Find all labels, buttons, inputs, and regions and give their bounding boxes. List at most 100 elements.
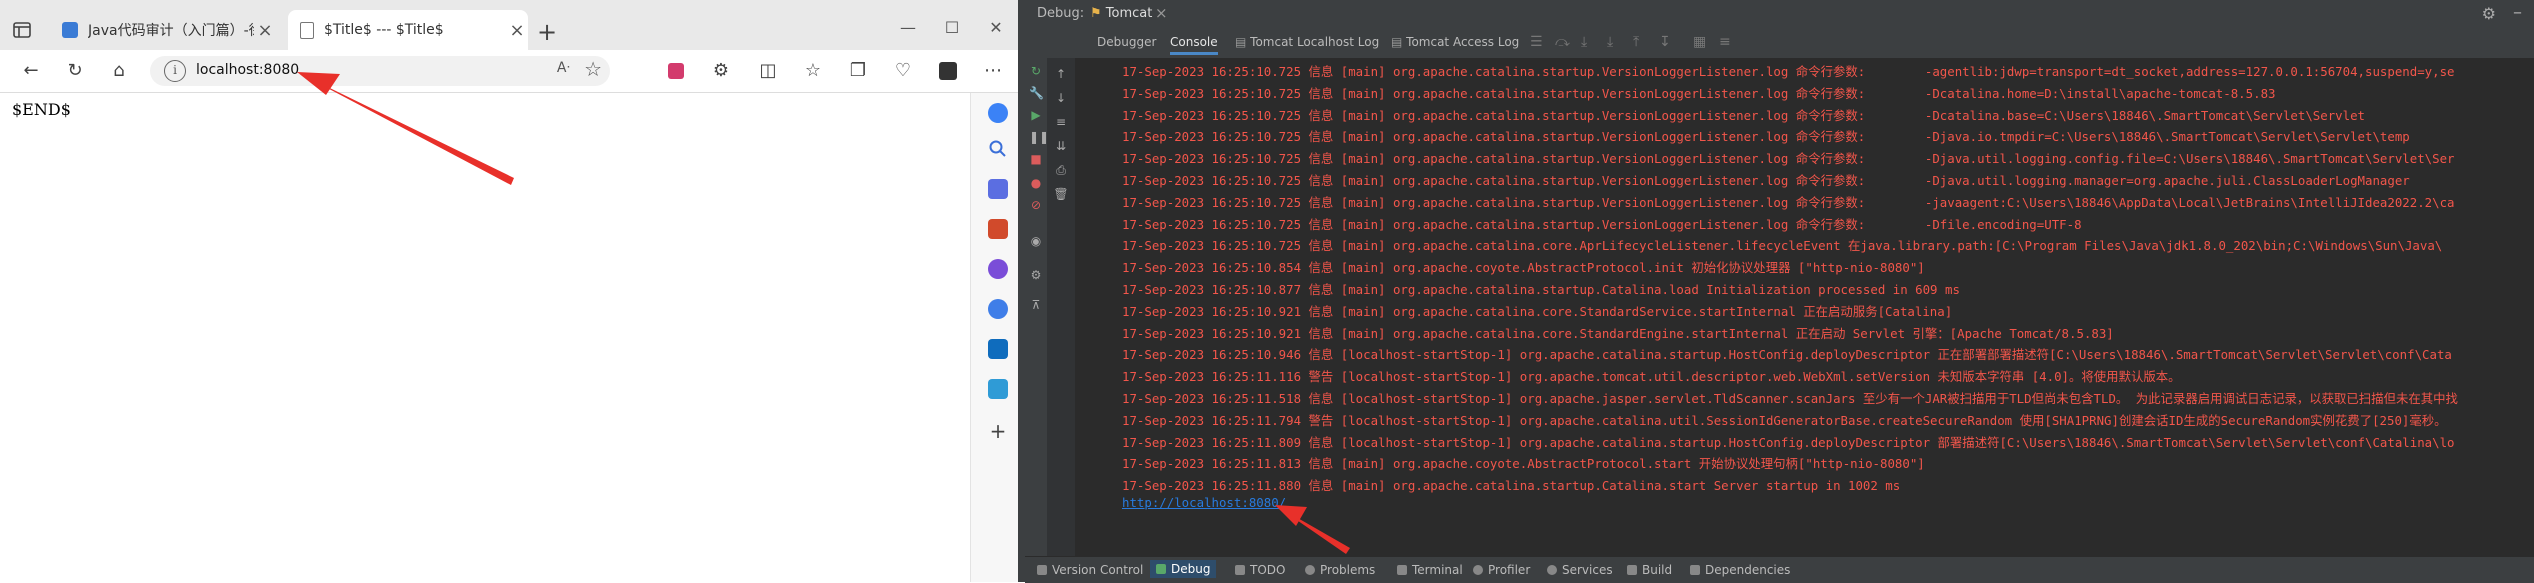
notifications-icon[interactable] xyxy=(988,103,1008,123)
camera-icon[interactable]: ◉ xyxy=(1029,234,1043,248)
mute-breakpoints-icon[interactable]: ⊘ xyxy=(1029,198,1043,212)
evaluate-icon[interactable]: ▦ xyxy=(1693,34,1706,50)
debug-action-toolbar: ↻ 🔧 ▶ ❚❚ ■ ● ⊘ ◉ ⚙ ⊼ xyxy=(1025,58,1049,556)
read-aloud-icon[interactable]: Aᐧ xyxy=(557,60,570,76)
debug-subtabs: Debugger Console ▤ Tomcat Localhost Log … xyxy=(1025,28,2534,59)
debug-panel-title: Debug: xyxy=(1037,6,1085,21)
browser-essentials-icon[interactable]: ♡ xyxy=(890,58,916,84)
minimize-window-icon[interactable]: — xyxy=(890,16,926,40)
modify-config-icon[interactable]: 🔧 xyxy=(1029,86,1044,100)
status-dependencies[interactable]: Dependencies xyxy=(1690,563,1790,577)
console-log-line: 17-Sep-2023 16:25:10.725 信息 [main] org.a… xyxy=(1122,64,2455,79)
console-log-line: 17-Sep-2023 16:25:11.794 警告 [localhost-s… xyxy=(1122,412,2447,428)
close-icon[interactable]: × xyxy=(1155,4,1168,22)
pin-icon[interactable]: ⊼ xyxy=(1029,298,1043,312)
tab-close-icon[interactable]: × xyxy=(254,20,276,41)
scroll-down-icon[interactable]: ↓ xyxy=(1053,90,1069,106)
back-icon[interactable]: ← xyxy=(18,58,44,84)
ide-status-bar: Version Control Debug TODO Problems Term… xyxy=(1025,556,2534,583)
ide-debug-panel: Debug: ⚑ Tomcat × ⚙ – Debugger Console ▤… xyxy=(1025,0,2534,583)
drop-icon[interactable] xyxy=(988,379,1008,399)
console-output[interactable]: 17-Sep-2023 16:25:10.725 信息 [main] org.a… xyxy=(1075,58,2534,556)
stop-icon[interactable]: ■ xyxy=(1029,152,1043,166)
collections-icon[interactable]: ❐ xyxy=(845,58,871,84)
status-build[interactable]: Build xyxy=(1627,563,1672,577)
print-icon[interactable]: ⎙ xyxy=(1053,162,1069,178)
tools-icon[interactable] xyxy=(988,219,1008,239)
tab-label: Tomcat Access Log xyxy=(1406,35,1520,49)
favorites-icon[interactable]: ☆ xyxy=(800,58,826,84)
tab-tomcat-access-log[interactable]: ▤ Tomcat Access Log xyxy=(1391,35,1519,49)
resume-icon[interactable]: ▶ xyxy=(1029,108,1043,122)
step-out-icon[interactable]: ⤒ xyxy=(1633,34,1639,50)
minimize-panel-icon[interactable]: – xyxy=(2513,2,2522,23)
tab-title: Java代码审计（入门篇）-徐焱主 xyxy=(88,23,254,39)
favorite-star-icon[interactable]: ☆ xyxy=(584,57,602,81)
view-breakpoints-icon[interactable]: ● xyxy=(1029,176,1043,190)
maximize-window-icon[interactable]: ☐ xyxy=(934,16,970,40)
status-services[interactable]: Services xyxy=(1547,563,1613,577)
microsoft365-icon[interactable] xyxy=(988,299,1008,319)
status-todo[interactable]: TODO xyxy=(1235,563,1285,577)
status-problems[interactable]: Problems xyxy=(1305,563,1375,577)
tool-menu-icon[interactable]: ☰ xyxy=(1530,34,1543,50)
status-label: TODO xyxy=(1250,563,1286,577)
scroll-up-icon[interactable]: ↑ xyxy=(1053,66,1069,82)
search-icon[interactable] xyxy=(988,139,1008,159)
extensions-puzzle-icon[interactable]: ⚙ xyxy=(708,58,734,84)
add-sidebar-app-icon[interactable]: + xyxy=(988,421,1008,441)
run-config-label: Tomcat xyxy=(1105,6,1153,21)
browser-tab-title[interactable]: $Title$ --- $Title$ × xyxy=(288,10,528,50)
new-tab-button[interactable]: + xyxy=(532,17,562,47)
gear-icon[interactable]: ⚙ xyxy=(2482,4,2496,23)
console-log-line: 17-Sep-2023 16:25:10.725 信息 [main] org.a… xyxy=(1122,151,2455,167)
force-step-into-icon[interactable]: ⤓ xyxy=(1607,34,1613,50)
tab-label: Tomcat Localhost Log xyxy=(1250,35,1380,49)
refresh-icon[interactable]: ↻ xyxy=(62,58,88,84)
site-info-icon[interactable]: i xyxy=(164,60,186,82)
tab-console[interactable]: Console xyxy=(1170,35,1218,55)
step-into-icon[interactable]: ⤓ xyxy=(1581,34,1587,50)
tab-actions-icon[interactable] xyxy=(10,18,34,42)
scroll-to-end-icon[interactable]: ⇊ xyxy=(1053,138,1069,154)
status-label: Dependencies xyxy=(1705,563,1791,577)
status-terminal[interactable]: Terminal xyxy=(1397,563,1463,577)
console-log-line: 17-Sep-2023 16:25:11.809 信息 [localhost-s… xyxy=(1122,434,2455,450)
page-favicon-icon xyxy=(300,21,314,39)
status-version-control[interactable]: Version Control xyxy=(1037,563,1143,577)
close-window-icon[interactable]: ✕ xyxy=(978,16,1014,40)
step-over-icon[interactable]: ⤼ xyxy=(1555,34,1570,50)
server-url-link[interactable]: http://localhost:8080/ xyxy=(1122,495,1286,510)
run-config-tab[interactable]: ⚑ Tomcat xyxy=(1090,6,1152,21)
tab-debugger[interactable]: Debugger xyxy=(1097,35,1156,49)
console-log-line: 17-Sep-2023 16:25:10.725 信息 [main] org.a… xyxy=(1122,194,2455,210)
split-screen-icon[interactable]: ◫ xyxy=(755,58,781,84)
extension-icon[interactable] xyxy=(663,58,689,84)
more-menu-icon[interactable]: ⋯ xyxy=(980,58,1006,84)
pause-icon[interactable]: ❚❚ xyxy=(1029,130,1049,144)
browser-tab-java-audit[interactable]: Java代码审计（入门篇）-徐焱主 × xyxy=(50,10,276,50)
clear-console-icon[interactable]: 🗑 xyxy=(1053,186,1069,202)
status-debug[interactable]: Debug xyxy=(1150,560,1217,578)
status-profiler[interactable]: Profiler xyxy=(1473,563,1530,577)
status-label: Problems xyxy=(1320,563,1376,577)
home-icon[interactable]: ⌂ xyxy=(106,58,132,84)
shopping-tag-icon[interactable] xyxy=(988,179,1008,199)
services-icon xyxy=(1547,565,1557,575)
address-url[interactable]: localhost:8080 xyxy=(196,62,299,78)
console-log-lines: 17-Sep-2023 16:25:10.725 信息 [main] org.a… xyxy=(1122,61,2458,497)
status-label: Build xyxy=(1642,563,1673,577)
tab-tomcat-localhost-log[interactable]: ▤ Tomcat Localhost Log xyxy=(1235,35,1379,49)
log-icon: ▤ xyxy=(1391,35,1407,49)
address-bar[interactable]: i localhost:8080 Aᐧ ☆ xyxy=(150,56,610,86)
profile-avatar-icon[interactable] xyxy=(935,58,961,84)
rerun-icon[interactable]: ↻ xyxy=(1029,64,1043,78)
games-icon[interactable] xyxy=(988,259,1008,279)
tab-close-icon[interactable]: × xyxy=(506,20,528,41)
run-to-cursor-icon[interactable]: ↧ xyxy=(1659,34,1671,50)
outlook-icon[interactable] xyxy=(988,339,1008,359)
log-icon: ▤ xyxy=(1235,35,1251,49)
settings-icon[interactable]: ⚙ xyxy=(1029,268,1043,282)
restore-layout-icon[interactable]: ≡ xyxy=(1719,34,1731,50)
soft-wrap-icon[interactable]: ≡ xyxy=(1053,114,1069,130)
